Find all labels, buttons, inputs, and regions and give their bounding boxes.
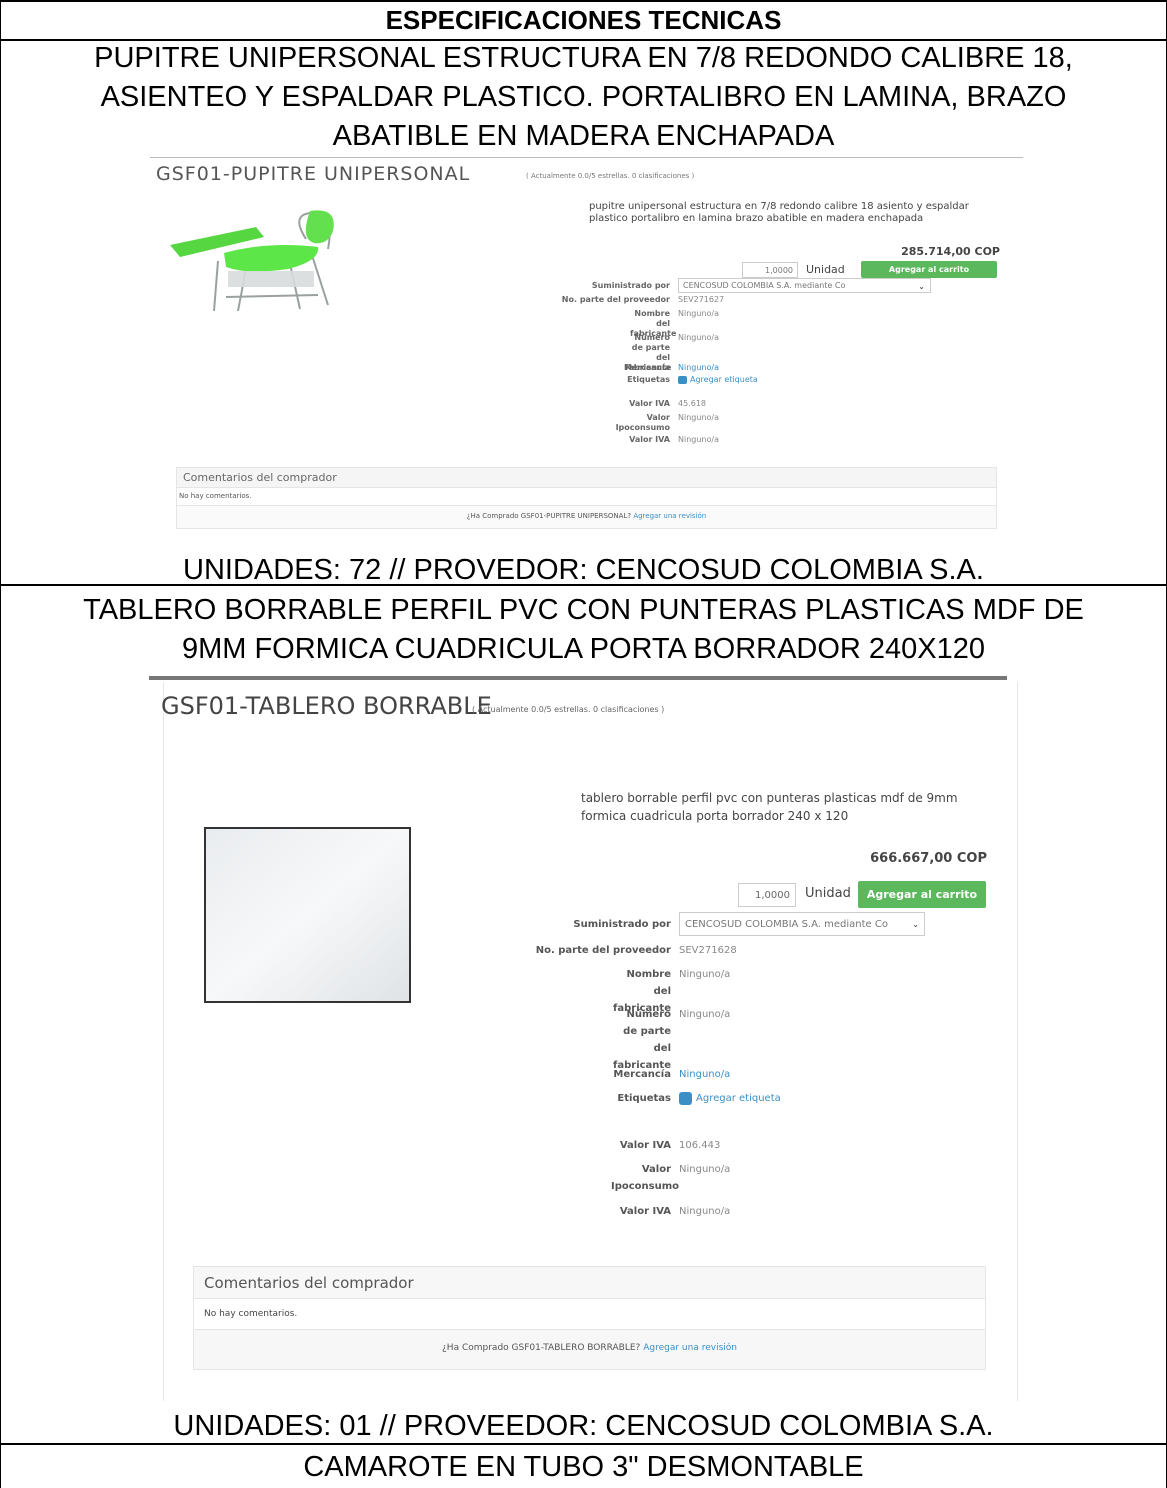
buyer-comments-panel: Comentarios del comprador No hay comenta… (193, 1266, 986, 1370)
add-to-cart-button[interactable]: Agregar al carrito (861, 261, 997, 278)
supplier-part-label: No. parte del proveedor (535, 945, 671, 956)
tag-icon (679, 1091, 692, 1105)
vat-value: 45.618 (678, 399, 706, 408)
item2-desc-line-1: TABLERO BORRABLE PERFIL PVC CON PUNTERAS… (83, 594, 1084, 626)
comments-header: Comentarios del comprador (194, 1267, 985, 1299)
product-price: 285.714,00 COP (901, 245, 1000, 258)
unit-label: Unidad (806, 263, 845, 276)
quantity-input[interactable]: 1,0000 (742, 262, 798, 278)
supplier-part-value: SEV271627 (678, 295, 725, 304)
buyer-comments-panel: Comentarios del comprador No hay comenta… (176, 467, 997, 529)
manufacturer-name-value: Ninguno/a (678, 309, 719, 318)
supplied-by-label: Suministrado por (591, 281, 670, 290)
ipoconsumo-value: Ninguno/a (679, 1164, 731, 1175)
add-tag-link[interactable]: Agregar etiqueta (679, 1090, 781, 1107)
no-comments-text: No hay comentarios. (194, 1299, 985, 1330)
product-title: GSF01-PUPITRE UNIPERSONAL (156, 163, 471, 185)
product-rating: ( Actualmente 0.0/5 estrellas. 0 clasifi… (526, 172, 695, 180)
product-price: 666.667,00 COP (870, 851, 987, 866)
add-review-link[interactable]: Agregar una revisión (633, 512, 706, 520)
table-border-top (1, 0, 1166, 2)
table-heading: ESPECIFICACIONES TECNICAS (385, 5, 782, 35)
screenshot-right-border (1017, 682, 1018, 1401)
vat-label: Valor IVA (619, 1140, 671, 1151)
whiteboard-image (204, 827, 411, 1003)
row-divider (1, 1443, 1166, 1445)
vat2-label: Valor IVA (629, 435, 670, 444)
merchandise-link[interactable]: Ninguno/a (678, 363, 719, 373)
screenshot-top-border (150, 157, 1023, 158)
review-question: ¿Ha Comprado GSF01-TABLERO BORRABLE? (442, 1343, 641, 1353)
row-divider (1, 584, 1166, 586)
supplier-select-value: CENCOSUD COLOMBIA S.A. mediante Co (685, 919, 888, 930)
no-comments-text: No hay comentarios. (177, 488, 996, 506)
add-to-cart-button[interactable]: Agregar al carrito (858, 881, 986, 908)
merchandise-label: Mercancía (623, 363, 670, 372)
manufacturer-part-value: Ninguno/a (678, 333, 719, 342)
supplier-part-value: SEV271628 (679, 945, 737, 956)
supplier-select[interactable]: CENCOSUD COLOMBIA S.A. mediante Co ⌄ (679, 912, 925, 936)
item3-desc-line-1: CAMAROTE EN TUBO 3" DESMONTABLE (303, 1451, 864, 1483)
add-tag-text: Agregar etiqueta (696, 1093, 781, 1104)
merchandise-link[interactable]: Ninguno/a (679, 1066, 730, 1083)
supplier-select-value: CENCOSUD COLOMBIA S.A. mediante Co (683, 281, 846, 290)
vat2-value: Ninguno/a (679, 1206, 731, 1217)
supplier-part-label: No. parte del proveedor (561, 295, 670, 304)
product-screenshot-tablero: GSF01-TABLERO BORRABLE ( Actualmente 0.0… (149, 676, 1034, 1401)
ipoconsumo-label: Valor Ipoconsumo (611, 1164, 680, 1192)
merchandise-label: Mercancía (613, 1069, 671, 1080)
product-description: tablero borrable perfil pvc con punteras… (581, 791, 958, 823)
item2-footer: UNIDADES: 01 // PROVEEDOR: CENCOSUD COLO… (173, 1410, 994, 1442)
tags-label: Etiquetas (617, 1093, 671, 1104)
review-question: ¿Ha Comprado GSF01-PUPITRE UNIPERSONAL? (466, 512, 632, 520)
tags-label: Etiquetas (627, 375, 670, 384)
review-prompt: ¿Ha Comprado GSF01-PUPITRE UNIPERSONAL? … (177, 506, 996, 528)
chevron-down-icon: ⌄ (918, 281, 925, 291)
item1-desc-line-3: ABATIBLE EN MADERA ENCHAPADA (332, 120, 835, 152)
product-rating: ( Actualmente 0.0/5 estrellas. 0 clasifi… (472, 705, 665, 714)
item1-footer: UNIDADES: 72 // PROVEDOR: CENCOSUD COLOM… (183, 554, 984, 586)
ipoconsumo-value: Ninguno/a (678, 413, 719, 422)
comments-header: Comentarios del comprador (177, 468, 996, 488)
chevron-down-icon: ⌄ (912, 920, 919, 929)
item1-desc-line-2: ASIENTEO Y ESPALDAR PLASTICO. PORTALIBRO… (100, 81, 1067, 113)
vat2-value: Ninguno/a (678, 435, 719, 444)
vat-label: Valor IVA (629, 399, 670, 408)
supplier-select[interactable]: CENCOSUD COLOMBIA S.A. mediante Co ⌄ (678, 278, 931, 293)
review-prompt: ¿Ha Comprado GSF01-TABLERO BORRABLE? Agr… (194, 1330, 985, 1369)
manufacturer-part-value: Ninguno/a (679, 1009, 731, 1020)
manufacturer-name-value: Ninguno/a (679, 969, 731, 980)
item2-desc-line-2: 9MM FORMICA CUADRICULA PORTA BORRADOR 24… (181, 633, 986, 665)
ipoconsumo-label: Valor Ipoconsumo (615, 413, 670, 432)
unit-label: Unidad (805, 886, 851, 901)
spec-table: ESPECIFICACIONES TECNICAS PUPITRE UNIPER… (0, 0, 1167, 1488)
chair-image (170, 210, 334, 312)
vat2-label: Valor IVA (619, 1206, 671, 1217)
screenshot-top-border (149, 676, 1007, 680)
product-screenshot-pupitre: GSF01-PUPITRE UNIPERSONAL ( Actualmente … (150, 157, 1023, 539)
add-tag-text: Agregar etiqueta (690, 375, 758, 384)
tag-icon (678, 375, 687, 384)
product-description: pupitre unipersonal estructura en 7/8 re… (589, 201, 969, 224)
quantity-input[interactable]: 1,0000 (738, 883, 796, 907)
add-tag-link[interactable]: Agregar etiqueta (678, 375, 758, 385)
item1-desc-line-1: PUPITRE UNIPERSONAL ESTRUCTURA EN 7/8 RE… (94, 42, 1073, 74)
add-review-link[interactable]: Agregar una revisión (643, 1343, 737, 1353)
manufacturer-part-label: Número de parte del fabricante (613, 1009, 671, 1071)
vat-value: 106.443 (679, 1140, 721, 1151)
product-title: GSF01-TABLERO BORRABLE (161, 692, 492, 720)
screenshot-left-border (163, 682, 164, 1401)
supplied-by-label: Suministrado por (573, 919, 671, 930)
